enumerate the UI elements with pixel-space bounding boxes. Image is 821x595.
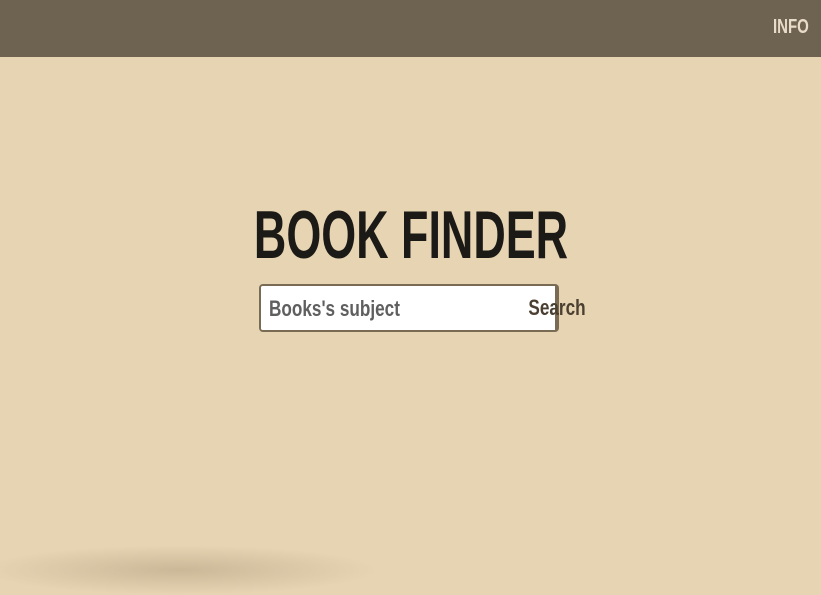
search-form: Books's subject Search [259,284,586,332]
bottom-shadow [0,545,380,595]
top-nav-bar: INFO [0,0,821,57]
subject-search-input[interactable] [261,286,557,330]
search-button-label: Search [528,295,586,320]
page-title-text: BOOK FINDER [253,197,568,273]
page-title: BOOK FINDER [0,196,821,274]
info-link[interactable]: INFO [773,16,809,39]
